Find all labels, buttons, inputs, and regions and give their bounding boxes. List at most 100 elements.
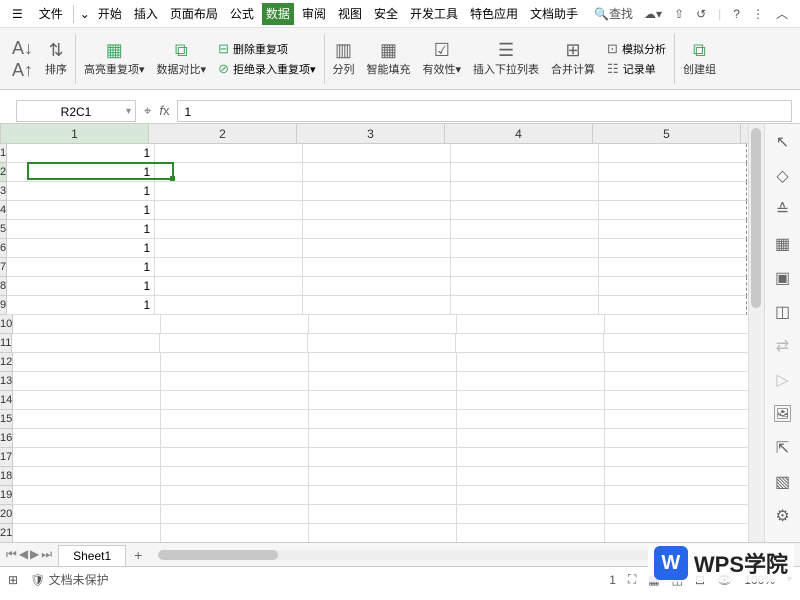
cell[interactable]	[605, 353, 748, 372]
cell[interactable]	[309, 467, 457, 486]
col-header-1[interactable]: 1	[1, 124, 149, 143]
cell[interactable]	[13, 353, 161, 372]
goto-icon[interactable]: ⌖	[144, 103, 151, 119]
menu-tab-开始[interactable]: 开始	[94, 3, 126, 25]
cell[interactable]	[161, 486, 309, 505]
cell[interactable]	[309, 524, 457, 542]
sort-desc-button[interactable]: A↑	[12, 61, 33, 79]
row-header-20[interactable]: 20	[0, 505, 13, 524]
col-header-4[interactable]: 4	[445, 124, 593, 143]
row-header-10[interactable]: 10	[0, 315, 13, 334]
cell[interactable]	[599, 296, 747, 315]
cell[interactable]	[309, 448, 457, 467]
cell[interactable]: 1	[7, 220, 155, 239]
text-to-columns-button[interactable]: ▥ 分列	[327, 28, 361, 89]
fx-icon[interactable]: fx	[159, 103, 169, 118]
cell[interactable]	[605, 467, 748, 486]
row-header-11[interactable]: 11	[0, 334, 12, 353]
smart-fill-button[interactable]: ▦ 智能填充	[361, 28, 417, 89]
menu-tab-插入[interactable]: 插入	[130, 3, 162, 25]
cell[interactable]	[457, 486, 605, 505]
cell[interactable]	[457, 372, 605, 391]
image-icon[interactable]: 🖼	[772, 404, 792, 424]
what-if-button[interactable]: ⊡模拟分析	[607, 41, 666, 57]
tab-prev-icon[interactable]: ◀	[19, 547, 28, 562]
cell[interactable]	[12, 334, 160, 353]
cell[interactable]	[605, 429, 748, 448]
sort-button[interactable]: ⇅ 排序	[39, 28, 73, 89]
sheet-tab-1[interactable]: Sheet1	[58, 545, 126, 566]
settings-icon[interactable]: ⚙	[775, 506, 789, 526]
cloud-sync-icon[interactable]: ☁▾	[644, 7, 662, 21]
cell[interactable]	[599, 163, 747, 182]
cell[interactable]	[456, 334, 604, 353]
cell[interactable]	[155, 163, 303, 182]
menu-hamburger[interactable]: ☰	[4, 3, 31, 25]
cell[interactable]	[303, 258, 451, 277]
cell[interactable]	[457, 353, 605, 372]
cell[interactable]	[309, 353, 457, 372]
cell[interactable]	[309, 429, 457, 448]
cell[interactable]	[161, 429, 309, 448]
cell[interactable]	[13, 524, 161, 542]
delete-dup-button[interactable]: ⊟删除重复项	[218, 41, 315, 57]
cell[interactable]	[308, 334, 456, 353]
cell[interactable]	[13, 448, 161, 467]
cell[interactable]: 1	[7, 277, 155, 296]
menu-tab-文档助手[interactable]: 文档助手	[526, 3, 582, 25]
format-icon[interactable]: ≙	[776, 200, 789, 220]
cell[interactable]	[161, 372, 309, 391]
cell[interactable]	[309, 315, 457, 334]
cell[interactable]	[451, 220, 599, 239]
file-menu[interactable]: 文件	[31, 1, 71, 26]
cell[interactable]: 1	[7, 182, 155, 201]
cell[interactable]	[13, 486, 161, 505]
menu-tab-安全[interactable]: 安全	[370, 3, 402, 25]
cell[interactable]	[13, 391, 161, 410]
history-icon[interactable]: ↺	[696, 7, 706, 21]
cell[interactable]	[303, 201, 451, 220]
cell[interactable]	[605, 448, 748, 467]
insert-dropdown-button[interactable]: ☰ 插入下拉列表	[467, 28, 545, 89]
menu-tab-开发工具[interactable]: 开发工具	[406, 3, 462, 25]
row-header-16[interactable]: 16	[0, 429, 13, 448]
reject-dup-button[interactable]: ⊘拒绝录入重复项▾	[218, 61, 315, 77]
cell[interactable]	[457, 391, 605, 410]
cell[interactable]	[155, 220, 303, 239]
cell[interactable]	[303, 296, 451, 315]
horizontal-scroll-thumb[interactable]	[158, 550, 278, 560]
cell[interactable]: 1	[7, 239, 155, 258]
share-icon[interactable]: ⇧	[674, 7, 684, 21]
cell[interactable]	[303, 182, 451, 201]
cell[interactable]	[599, 239, 747, 258]
cell[interactable]	[13, 315, 161, 334]
cell[interactable]	[155, 201, 303, 220]
vertical-scrollbar[interactable]	[748, 124, 764, 542]
cell[interactable]	[457, 467, 605, 486]
data-compare-button[interactable]: ⧉ 数据对比▾	[151, 28, 213, 89]
cell[interactable]	[161, 505, 309, 524]
row-header-18[interactable]: 18	[0, 467, 13, 486]
row-header-3[interactable]: 3	[0, 182, 7, 201]
highlight-dup-button[interactable]: ▦ 高亮重复项▾	[78, 28, 151, 89]
row-header-8[interactable]: 8	[0, 277, 7, 296]
cell[interactable]	[605, 315, 748, 334]
row-header-7[interactable]: 7	[0, 258, 7, 277]
cell[interactable]: 1	[7, 296, 155, 315]
cell[interactable]	[161, 524, 309, 542]
cell[interactable]	[604, 334, 748, 353]
cell[interactable]	[605, 410, 748, 429]
help-icon[interactable]: ?	[733, 7, 740, 21]
cell[interactable]	[161, 353, 309, 372]
cell[interactable]	[451, 258, 599, 277]
consolidate-button[interactable]: ⊞ 合并计算	[545, 28, 601, 89]
cell[interactable]	[155, 239, 303, 258]
validation-button[interactable]: ☑ 有效性▾	[417, 28, 468, 89]
cell[interactable]	[303, 220, 451, 239]
cell[interactable]	[161, 448, 309, 467]
history-dropdown[interactable]: ⌄	[76, 3, 94, 25]
select-shape-icon[interactable]: ◇	[776, 166, 788, 186]
search-menu[interactable]: 🔍 查找	[594, 5, 633, 22]
cell[interactable]	[451, 163, 599, 182]
cell[interactable]	[161, 391, 309, 410]
